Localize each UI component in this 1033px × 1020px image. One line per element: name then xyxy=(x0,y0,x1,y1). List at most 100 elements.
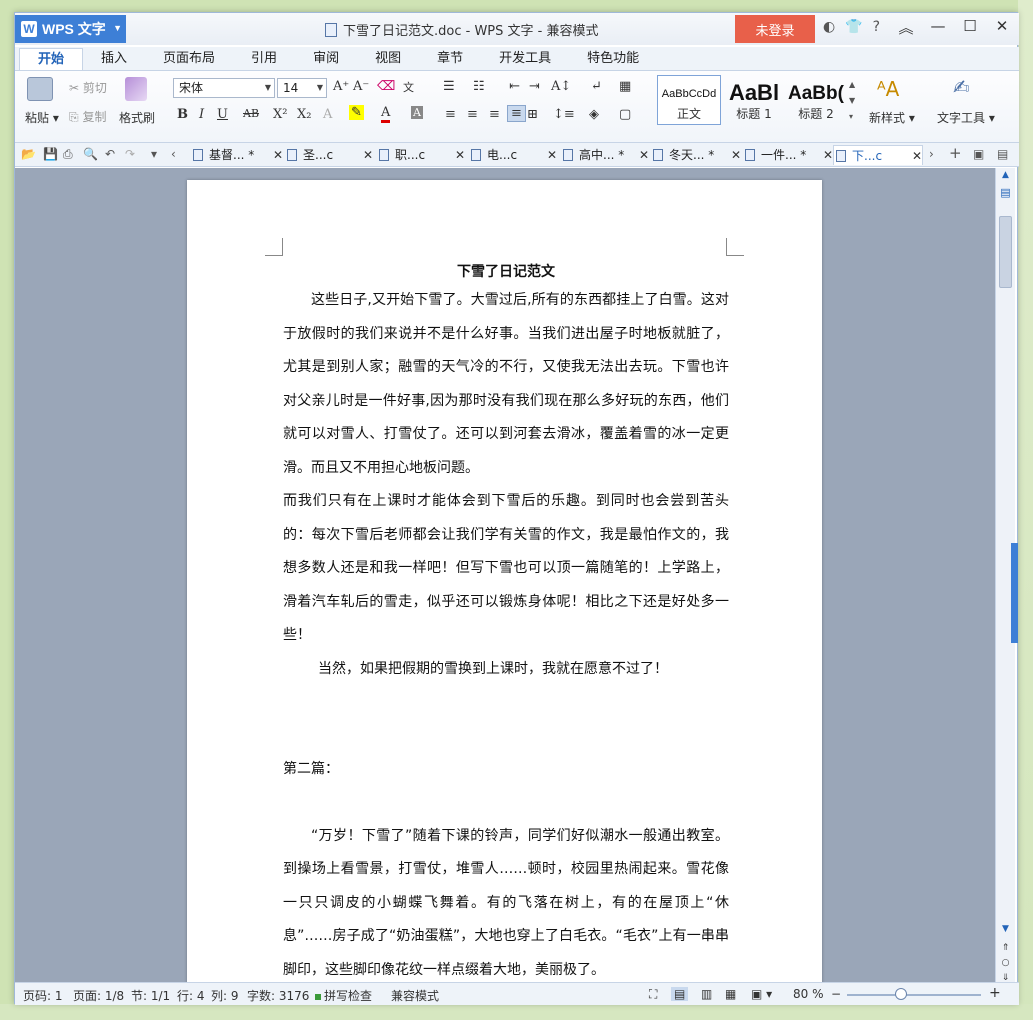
grow-font-icon[interactable]: A⁺ xyxy=(333,79,349,94)
decrease-indent-icon[interactable]: ⇤ xyxy=(509,79,520,94)
close-icon[interactable]: ✕ xyxy=(455,145,465,165)
distributed-align-icon[interactable]: ⊞ xyxy=(527,107,538,122)
tab-list-icon[interactable]: ▣ xyxy=(973,147,984,161)
print-icon[interactable]: ⎙ xyxy=(63,147,73,162)
tab-home[interactable]: 开始 xyxy=(19,48,84,70)
text-effect-icon[interactable]: A xyxy=(323,107,332,122)
close-icon[interactable]: ✕ xyxy=(993,17,1011,38)
clear-format-icon[interactable]: ⌫ xyxy=(377,79,395,94)
table-icon[interactable]: ▦ xyxy=(619,79,631,94)
page-view-icon[interactable]: ▤ xyxy=(671,987,689,1001)
new-style-button[interactable]: 新样式 ▾ xyxy=(869,109,915,126)
italic-icon[interactable]: I xyxy=(199,107,204,122)
underline-icon[interactable]: U xyxy=(217,107,228,122)
show-marks-icon[interactable]: ↵ xyxy=(591,79,602,94)
font-name-select[interactable]: 宋体 ▼ xyxy=(173,78,275,98)
pinyin-icon[interactable]: 文 xyxy=(403,79,414,95)
undo-icon[interactable]: ↶ xyxy=(105,147,115,161)
text-tools-button[interactable]: 文字工具 ▾ xyxy=(937,109,995,126)
help-icon[interactable]: ? xyxy=(873,19,880,35)
text-tools-icon[interactable]: ✍ xyxy=(953,75,970,99)
select-browse-icon[interactable]: ○ xyxy=(996,958,1015,968)
close-icon[interactable]: ✕ xyxy=(823,145,833,165)
numbered-list-icon[interactable]: ☷ xyxy=(473,79,485,94)
doc-tab[interactable]: 圣...c ✕ xyxy=(285,145,373,165)
subscript-icon[interactable]: X₂ xyxy=(297,107,311,122)
style-heading-1[interactable]: AaBl 标题 1 xyxy=(723,75,785,125)
doc-tab[interactable]: 高中... * ✕ xyxy=(561,145,649,165)
web-view-icon[interactable]: ▦ xyxy=(725,987,736,1001)
document-page[interactable]: 下雪了日记范文 这些日子,又开始下雪了。大雪过后,所有的东西都挂上了白雪。这对于… xyxy=(187,180,822,990)
style-scroll[interactable]: ▲ ▼ ▾ xyxy=(849,77,855,125)
shading-icon[interactable]: ◈ xyxy=(589,107,599,122)
bold-icon[interactable]: B xyxy=(177,107,188,122)
close-icon[interactable]: ✕ xyxy=(363,145,373,165)
paste-label[interactable]: 粘贴 ▾ xyxy=(25,109,59,126)
nav-pane-icon[interactable]: ▤ xyxy=(996,186,1015,199)
highlight-icon[interactable]: ✎ xyxy=(349,105,364,120)
collapse-ribbon-icon[interactable]: ︽ xyxy=(897,17,915,38)
doc-tab[interactable]: 职...c ✕ xyxy=(377,145,465,165)
app-menu-button[interactable]: W WPS 文字 ▼ xyxy=(15,15,126,43)
tabs-left-icon[interactable]: ‹ xyxy=(171,147,176,161)
save-icon[interactable]: 💾 xyxy=(43,147,58,161)
tab-view[interactable]: 视图 xyxy=(357,48,419,70)
close-icon[interactable]: ✕ xyxy=(547,145,557,165)
print-preview-icon[interactable]: 🔍 xyxy=(83,147,98,161)
zoom-slider-handle[interactable] xyxy=(895,988,907,1000)
tab-references[interactable]: 引用 xyxy=(233,48,295,70)
style-heading-2[interactable]: AaBb( 标题 2 xyxy=(787,75,845,125)
close-icon[interactable]: ✕ xyxy=(639,145,649,165)
theme-icon[interactable]: ◐ xyxy=(823,19,835,35)
tab-menu-icon[interactable]: ▤ xyxy=(997,147,1008,161)
new-tab-icon[interactable]: + xyxy=(949,144,962,162)
paste-button[interactable] xyxy=(27,77,53,104)
tab-special[interactable]: 特色功能 xyxy=(569,48,657,70)
close-icon[interactable]: ✕ xyxy=(912,146,922,166)
tab-review[interactable]: 审阅 xyxy=(295,48,357,70)
new-style-icon[interactable]: ᴬA xyxy=(877,77,899,101)
side-panel-tab[interactable] xyxy=(1011,543,1018,643)
customize-toolbar-icon[interactable]: ▾ xyxy=(151,147,157,161)
tab-chapter[interactable]: 章节 xyxy=(419,48,481,70)
superscript-icon[interactable]: X² xyxy=(273,107,287,122)
zoom-in-icon[interactable]: + xyxy=(989,985,1001,1001)
tabs-right-icon[interactable]: › xyxy=(929,147,934,161)
fullscreen-icon[interactable]: ⛶ xyxy=(649,987,657,1002)
border-icon[interactable]: ▢ xyxy=(619,107,631,122)
login-button[interactable]: 未登录 xyxy=(735,15,815,43)
zoom-out-icon[interactable]: − xyxy=(831,987,841,1001)
close-icon[interactable]: ✕ xyxy=(731,145,741,165)
skin-icon[interactable]: 👕 xyxy=(845,19,862,35)
document-text[interactable]: 下雪了日记范文 这些日子,又开始下雪了。大雪过后,所有的东西都挂上了白雪。这对于… xyxy=(283,260,729,987)
minimize-icon[interactable]: — xyxy=(929,17,947,38)
doc-tab[interactable]: 基督... * ✕ xyxy=(191,145,283,165)
word-count[interactable]: 字数: 3176 xyxy=(247,987,309,1004)
doc-tab-active[interactable]: 下...c ✕ xyxy=(833,145,923,165)
zoom-slider[interactable] xyxy=(847,994,981,996)
strikethrough-icon[interactable]: AB xyxy=(243,107,259,120)
char-shading-icon[interactable]: A xyxy=(411,106,423,119)
scroll-down-icon[interactable]: ▼ xyxy=(996,924,1015,934)
reading-view-icon[interactable]: ▣ ▾ xyxy=(751,987,772,1001)
outline-view-icon[interactable]: ▥ xyxy=(701,987,712,1001)
align-right-icon[interactable]: ≡ xyxy=(489,107,500,122)
doc-tab[interactable]: 冬天... * ✕ xyxy=(651,145,741,165)
bullet-list-icon[interactable]: ☰ xyxy=(443,79,455,94)
font-size-select[interactable]: 14 ▼ xyxy=(277,78,327,98)
align-center-icon[interactable]: ≡ xyxy=(467,107,478,122)
tab-developer[interactable]: 开发工具 xyxy=(481,48,569,70)
align-justify-icon[interactable]: ≡ xyxy=(507,105,526,122)
cut-button[interactable]: ✂ 剪切 xyxy=(69,79,107,96)
style-normal[interactable]: AaBbCcDd 正文 xyxy=(657,75,721,125)
prev-page-icon[interactable]: ⇑ xyxy=(996,943,1015,953)
doc-tab[interactable]: 一件... * ✕ xyxy=(743,145,833,165)
increase-indent-icon[interactable]: ⇥ xyxy=(529,79,540,94)
tab-page-layout[interactable]: 页面布局 xyxy=(145,48,233,70)
doc-tab[interactable]: 电...c ✕ xyxy=(469,145,557,165)
tab-insert[interactable]: 插入 xyxy=(83,48,145,70)
copy-button[interactable]: ⎘ 复制 xyxy=(69,108,106,125)
shrink-font-icon[interactable]: A⁻ xyxy=(353,79,369,94)
zoom-level[interactable]: 80 % xyxy=(793,987,824,1001)
maximize-icon[interactable]: ☐ xyxy=(961,17,979,38)
